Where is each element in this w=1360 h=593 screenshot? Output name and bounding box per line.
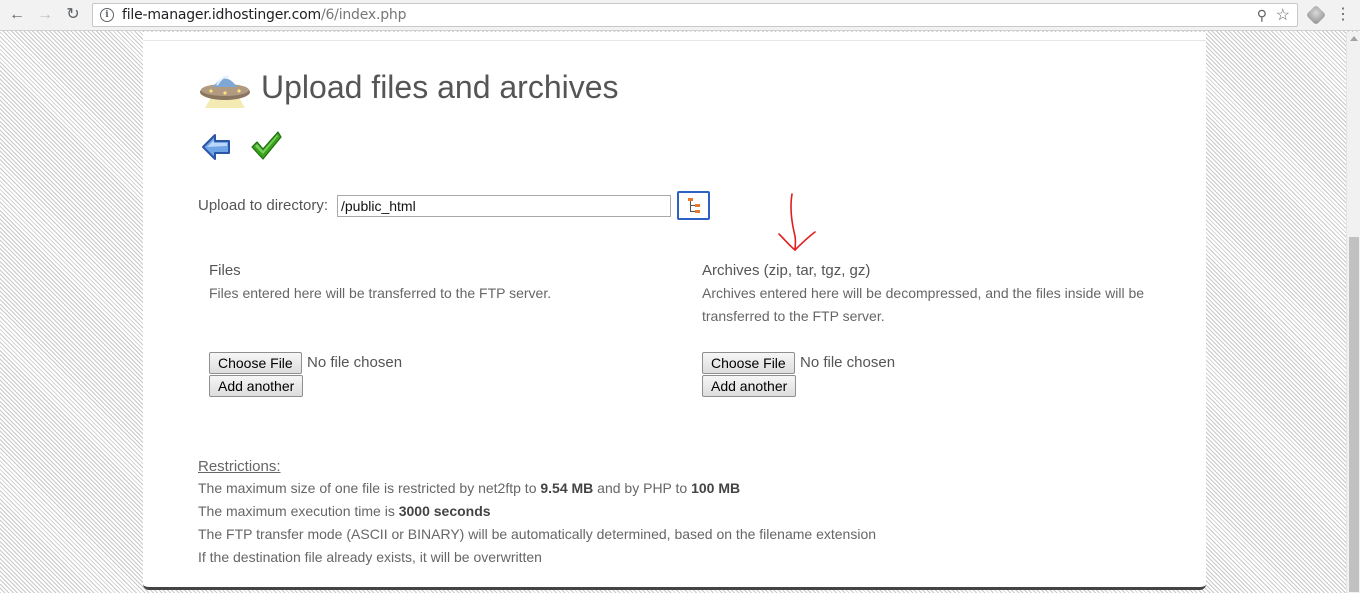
back-nav-icon[interactable]: ← (7, 5, 27, 25)
archives-no-file-text: No file chosen (800, 354, 896, 371)
archives-heading: Archives (zip, tar, tgz, gz) (702, 262, 871, 279)
scroll-up-icon[interactable] (1350, 36, 1358, 41)
browse-directory-button[interactable] (677, 191, 710, 220)
info-icon[interactable]: i (100, 8, 114, 22)
archives-description: Archives entered here will be decompress… (702, 285, 1145, 324)
back-arrow-icon[interactable] (201, 131, 233, 163)
files-no-file-text: No file chosen (307, 354, 403, 371)
archives-choose-file-button[interactable]: Choose File (702, 352, 795, 374)
restriction-text: and by PHP to (593, 480, 692, 496)
forward-nav-icon[interactable]: → (35, 5, 55, 25)
zoom-icon[interactable]: ⚲ (1257, 7, 1267, 24)
restriction-execution-time: The maximum execution time is 3000 secon… (198, 503, 491, 519)
restrictions-heading: Restrictions: (198, 458, 281, 475)
restriction-text: The maximum size of one file is restrict… (198, 480, 541, 496)
url-text: file-manager.idhostinger.com/6/index.php (122, 7, 406, 23)
restriction-text: The maximum execution time is (198, 503, 399, 519)
extension-icon[interactable] (1305, 4, 1327, 26)
files-description: Files entered here will be transferred t… (209, 285, 552, 301)
checkmark-icon[interactable] (249, 129, 283, 163)
scroll-thumb[interactable] (1349, 237, 1359, 592)
files-add-another-button[interactable]: Add another (209, 375, 304, 397)
files-heading: Files (209, 262, 241, 279)
directory-tree-icon (688, 198, 700, 213)
archives-add-another-button[interactable]: Add another (702, 375, 797, 397)
ufo-icon (200, 75, 250, 108)
divider (143, 40, 1206, 41)
restriction-transfer-mode: The FTP transfer mode (ASCII or BINARY) … (198, 526, 877, 542)
menu-icon[interactable]: ⋮ (1335, 4, 1351, 24)
browser-toolbar: ← → ↻ i file-manager.idhostinger.com/6/i… (0, 0, 1360, 31)
reload-icon[interactable]: ↻ (63, 5, 83, 25)
bookmark-star-icon[interactable]: ☆ (1276, 5, 1290, 25)
url-path: /6/index.php (320, 7, 407, 23)
scrollbar[interactable] (1346, 32, 1360, 593)
url-host: file-manager.idhostinger.com (122, 7, 321, 23)
files-choose-file-button[interactable]: Choose File (209, 352, 302, 374)
address-bar[interactable]: i file-manager.idhostinger.com/6/index.p… (92, 3, 1298, 27)
execution-time-limit: 3000 seconds (398, 503, 491, 519)
directory-input[interactable] (337, 195, 671, 217)
page-title: Upload files and archives (261, 69, 619, 105)
php-limit: 100 MB (691, 480, 741, 496)
restriction-file-size: The maximum size of one file is restrict… (198, 480, 740, 496)
net2ftp-limit: 9.54 MB (540, 480, 594, 496)
upload-directory-label: Upload to directory: (198, 197, 329, 214)
annotation-arrow-icon (778, 193, 816, 252)
upload-panel: Upload files and archives Upload to dire… (143, 32, 1206, 590)
restriction-overwrite: If the destination file already exists, … (198, 549, 542, 565)
